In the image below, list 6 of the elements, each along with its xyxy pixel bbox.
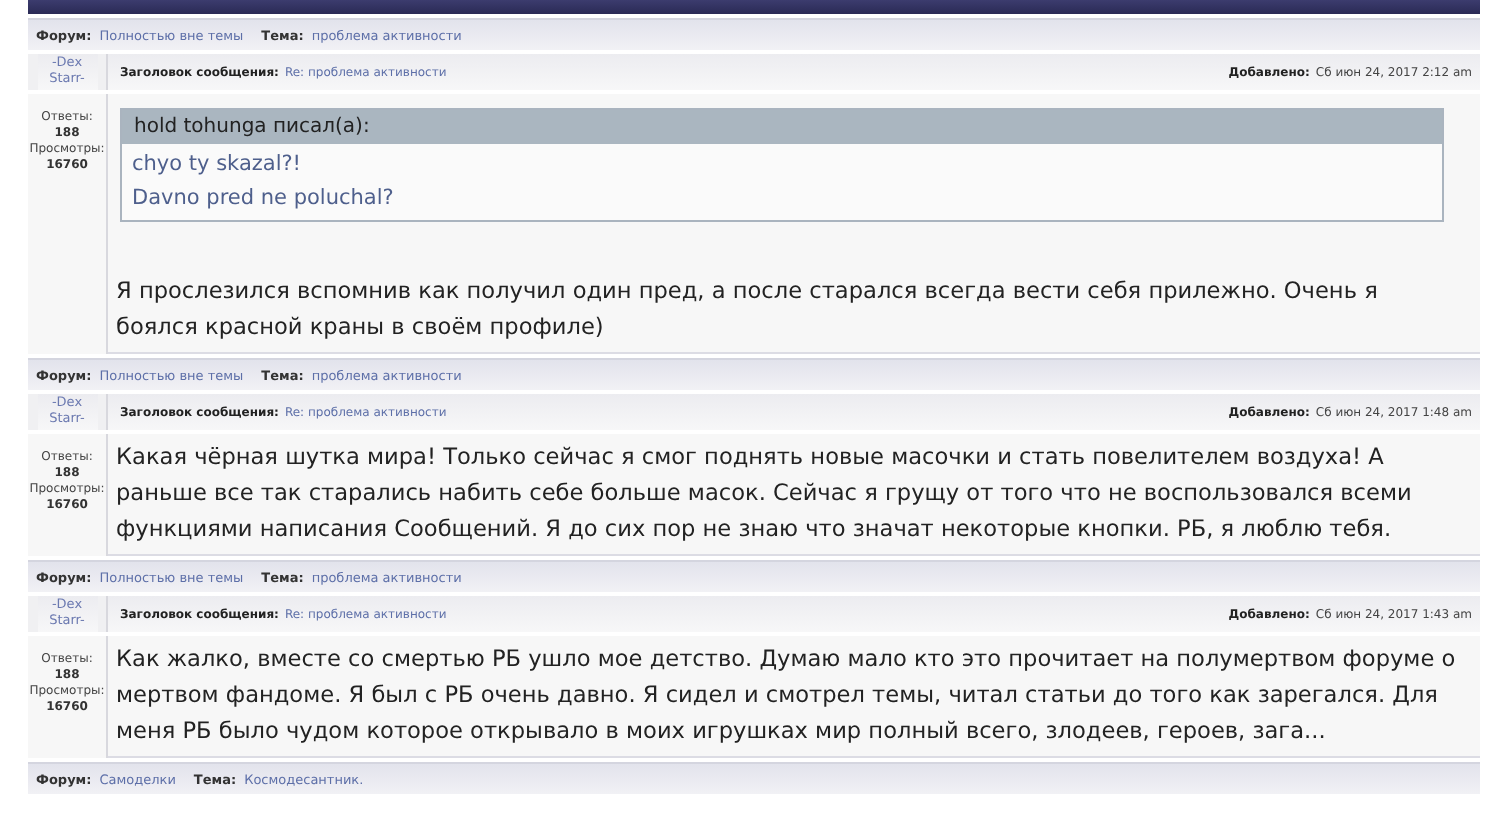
- post-text: Как жалко, вместе со смертью РБ ушло мое детство. Думаю мало кто это прочитает на полумертвом форуме о мертвом фандоме. Я был с РБ очень давно. Я сидел и смотрел темы, читал статьи до того как зарегался. Для меня РБ было чудом которое открывало в моих игрушках мир полный всего, злодеев, героев, зага...: [116, 644, 1458, 748]
- quote-text: Davno pred ne poluchal?: [132, 184, 396, 214]
- quote-text: chyo ty skazal?!: [132, 150, 304, 180]
- post-text: Я прослезился вспомнив как получил один пред, а после старался всегда вести себя прилежно. Очень я боялся красной краны в своём профиле): [116, 276, 1380, 344]
- quote-author: hold tohunga писал(а):: [122, 110, 1442, 144]
- post-text: Какая чёрная шутка мира! Только сейчас я смог поднять новые масочки и стать повелителем воздуха! А раньше все так старались набить себе больше масок. Сейчас я грущу от того что не воспользовался всеми функциями написания Сообщений. Я до сих пор не знаю что значат некоторые кнопки. РБ, я люблю тебя.: [116, 442, 1414, 546]
